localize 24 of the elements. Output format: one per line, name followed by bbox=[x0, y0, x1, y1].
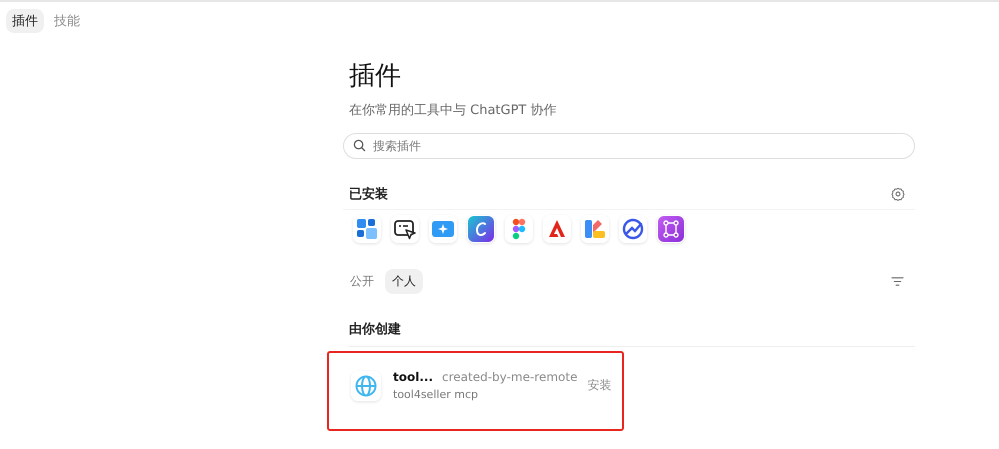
section-heading: 已安装 bbox=[349, 186, 388, 203]
search-icon bbox=[353, 139, 366, 152]
sparkle-icon[interactable] bbox=[429, 215, 457, 243]
plugin-description: tool4seller mcp bbox=[393, 388, 479, 401]
chart-icon[interactable] bbox=[619, 215, 647, 243]
letter-icon[interactable] bbox=[467, 215, 495, 243]
plugin-tag: created-by-me-remote bbox=[442, 370, 578, 384]
install-button[interactable]: 安装 bbox=[585, 375, 614, 396]
page-title: 插件 bbox=[349, 60, 402, 93]
nodes-icon[interactable] bbox=[657, 215, 685, 243]
tab[interactable]: 插件 bbox=[6, 9, 44, 33]
cursor-icon[interactable] bbox=[391, 215, 419, 243]
plugin-name: tool... bbox=[393, 370, 434, 384]
section-heading: 由你创建 bbox=[349, 320, 915, 347]
filter-tab[interactable]: 个人 bbox=[385, 269, 423, 294]
tab[interactable]: 技能 bbox=[48, 9, 86, 33]
filter-tab[interactable]: 公开 bbox=[343, 269, 381, 294]
dots-icon[interactable] bbox=[505, 215, 533, 243]
grid-icon[interactable] bbox=[353, 215, 381, 243]
palette-icon[interactable] bbox=[581, 215, 609, 243]
search-field[interactable]: 搜索插件 bbox=[343, 133, 915, 159]
settings-icon[interactable] bbox=[891, 187, 905, 201]
page-subtitle: 在你常用的工具中与 ChatGPT 协作 bbox=[349, 102, 558, 119]
filter-icon[interactable] bbox=[891, 276, 904, 287]
